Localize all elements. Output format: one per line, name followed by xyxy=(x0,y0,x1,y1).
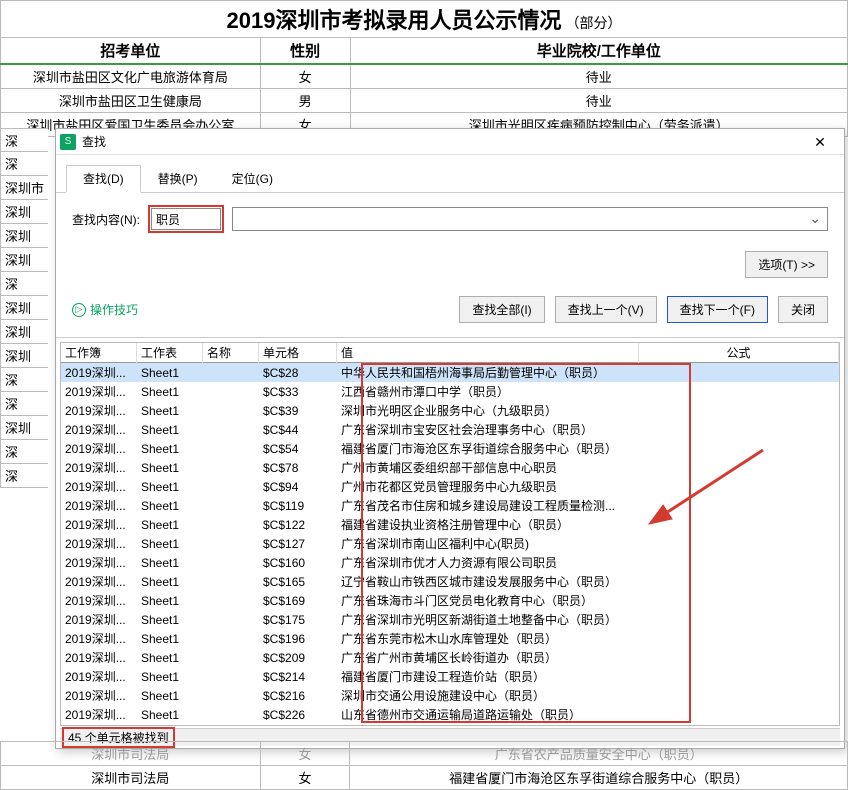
dialog-title: 查找 xyxy=(82,133,800,150)
dialog-tabs: 查找(D) 替换(P) 定位(G) xyxy=(56,155,844,193)
tab-replace[interactable]: 替换(P) xyxy=(141,165,215,192)
col-cell[interactable]: 单元格 xyxy=(259,342,337,363)
find-all-button[interactable]: 查找全部(I) xyxy=(459,296,544,323)
table-row[interactable]: 深圳市盐田区卫生健康局男待业 xyxy=(1,89,848,113)
result-row[interactable]: 2019深圳...Sheet1$C$44广东省深圳市宝安区社会治理事务中心（职员… xyxy=(61,420,839,439)
hidden-cell: 深 xyxy=(0,440,48,464)
col-name[interactable]: 名称 xyxy=(203,342,259,363)
hidden-cell: 深圳 xyxy=(0,200,48,224)
hidden-cell: 深圳 xyxy=(0,416,48,440)
options-button[interactable]: 选项(T) >> xyxy=(745,251,828,278)
result-row[interactable]: 2019深圳...Sheet1$C$209广东省广州市黄埔区长岭街道办（职员） xyxy=(61,648,839,667)
hidden-cell: 深圳 xyxy=(0,296,48,320)
col-workbook[interactable]: 工作簿 xyxy=(61,342,137,363)
hidden-cell: 深 xyxy=(0,152,48,176)
result-row[interactable]: 2019深圳...Sheet1$C$196广东省东莞市松木山水库管理处（职员） xyxy=(61,629,839,648)
col-header-unit: 招考单位 xyxy=(1,38,261,65)
search-input[interactable] xyxy=(151,208,221,230)
hidden-cell: 深圳市 xyxy=(0,176,48,200)
result-row[interactable]: 2019深圳...Sheet1$C$33江西省赣州市潭口中学（职员） xyxy=(61,382,839,401)
col-formula[interactable]: 公式 xyxy=(639,342,839,363)
result-row[interactable]: 2019深圳...Sheet1$C$54福建省厦门市海沧区东孚街道综合服务中心（… xyxy=(61,439,839,458)
bottom-sheet-rows: 深圳市司法局女广东省农产品质量安全中心（职员） 深圳市司法局女福建省厦门市海沧区… xyxy=(0,741,848,790)
result-row[interactable]: 2019深圳...Sheet1$C$28中华人民共和国梧州海事局后勤管理中心（职… xyxy=(61,363,839,382)
table-row[interactable]: 深圳市司法局女广东省农产品质量安全中心（职员） xyxy=(1,742,848,766)
close-button[interactable]: 关闭 xyxy=(778,296,828,323)
result-row[interactable]: 2019深圳...Sheet1$C$169广东省珠海市斗门区党员电化教育中心（职… xyxy=(61,591,839,610)
hidden-rows-peek: 深深深圳市深圳深圳深圳深深圳深圳深圳深深深圳深深 xyxy=(0,128,48,488)
app-icon: S xyxy=(60,134,76,150)
col-header-school: 毕业院校/工作单位 xyxy=(350,38,847,65)
find-next-button[interactable]: 查找下一个(F) xyxy=(667,296,768,323)
spreadsheet: 2019深圳市考拟录用人员公示情况（部分） 招考单位 性别 毕业院校/工作单位 … xyxy=(0,0,848,137)
result-row[interactable]: 2019深圳...Sheet1$C$165辽宁省鞍山市铁西区城市建设发展服务中心… xyxy=(61,572,839,591)
col-value[interactable]: 值 xyxy=(337,342,639,363)
find-dialog: S 查找 ✕ 查找(D) 替换(P) 定位(G) 查找内容(N): 选项(T) … xyxy=(55,128,845,749)
hidden-cell: 深 xyxy=(0,128,48,152)
hidden-cell: 深圳 xyxy=(0,248,48,272)
hidden-cell: 深 xyxy=(0,392,48,416)
find-prev-button[interactable]: 查找上一个(V) xyxy=(555,296,657,323)
result-row[interactable]: 2019深圳...Sheet1$C$39深圳市光明区企业服务中心（九级职员） xyxy=(61,401,839,420)
dialog-titlebar[interactable]: S 查找 ✕ xyxy=(56,129,844,155)
tab-goto[interactable]: 定位(G) xyxy=(215,165,290,192)
hidden-cell: 深 xyxy=(0,272,48,296)
hidden-cell: 深 xyxy=(0,464,48,488)
result-row[interactable]: 2019深圳...Sheet1$C$214福建省厦门市建设工程造价站（职员） xyxy=(61,667,839,686)
table-row[interactable]: 深圳市盐田区文化广电旅游体育局女待业 xyxy=(1,64,848,89)
result-row[interactable]: 2019深圳...Sheet1$C$78广州市黄埔区委组织部干部信息中心职员 xyxy=(61,458,839,477)
play-icon: ▷ xyxy=(72,303,86,317)
result-row[interactable]: 2019深圳...Sheet1$C$160广东省深圳市优才人力资源有限公司职员 xyxy=(61,553,839,572)
hidden-cell: 深 xyxy=(0,368,48,392)
result-row[interactable]: 2019深圳...Sheet1$C$175广东省深圳市光明区新湖街道土地整备中心… xyxy=(61,610,839,629)
results-panel: 工作簿 工作表 名称 单元格 值 公式 2019深圳...Sheet1$C$28… xyxy=(60,342,840,726)
result-row[interactable]: 2019深圳...Sheet1$C$119广东省茂名市住房和城乡建设局建设工程质… xyxy=(61,496,839,515)
hidden-cell: 深圳 xyxy=(0,224,48,248)
tips-link[interactable]: ▷ 操作技巧 xyxy=(72,301,138,318)
col-header-gender: 性别 xyxy=(260,38,350,65)
results-header: 工作簿 工作表 名称 单元格 值 公式 xyxy=(61,343,839,363)
results-list[interactable]: 2019深圳...Sheet1$C$28中华人民共和国梧州海事局后勤管理中心（职… xyxy=(61,363,839,725)
close-icon[interactable]: ✕ xyxy=(800,130,840,154)
search-label: 查找内容(N): xyxy=(72,211,140,228)
search-dropdown[interactable] xyxy=(232,207,828,231)
hidden-cell: 深圳 xyxy=(0,320,48,344)
result-row[interactable]: 2019深圳...Sheet1$C$216深圳市交通公用设施建设中心（职员） xyxy=(61,686,839,705)
col-worksheet[interactable]: 工作表 xyxy=(137,342,203,363)
tab-find[interactable]: 查找(D) xyxy=(66,165,141,193)
hidden-cell: 深圳 xyxy=(0,344,48,368)
result-row[interactable]: 2019深圳...Sheet1$C$94广州市花都区党员管理服务中心九级职员 xyxy=(61,477,839,496)
result-row[interactable]: 2019深圳...Sheet1$C$226山东省德州市交通运输局道路运输处（职员… xyxy=(61,705,839,724)
result-row[interactable]: 2019深圳...Sheet1$C$227江苏省苏州市运输管理处（职员） xyxy=(61,724,839,725)
result-row[interactable]: 2019深圳...Sheet1$C$122福建省建设执业资格注册管理中心（职员） xyxy=(61,515,839,534)
table-row[interactable]: 深圳市司法局女福建省厦门市海沧区东孚街道综合服务中心（职员） xyxy=(1,766,848,790)
sheet-title: 2019深圳市考拟录用人员公示情况（部分） xyxy=(1,1,848,38)
result-row[interactable]: 2019深圳...Sheet1$C$127广东省深圳市南山区福利中心(职员) xyxy=(61,534,839,553)
